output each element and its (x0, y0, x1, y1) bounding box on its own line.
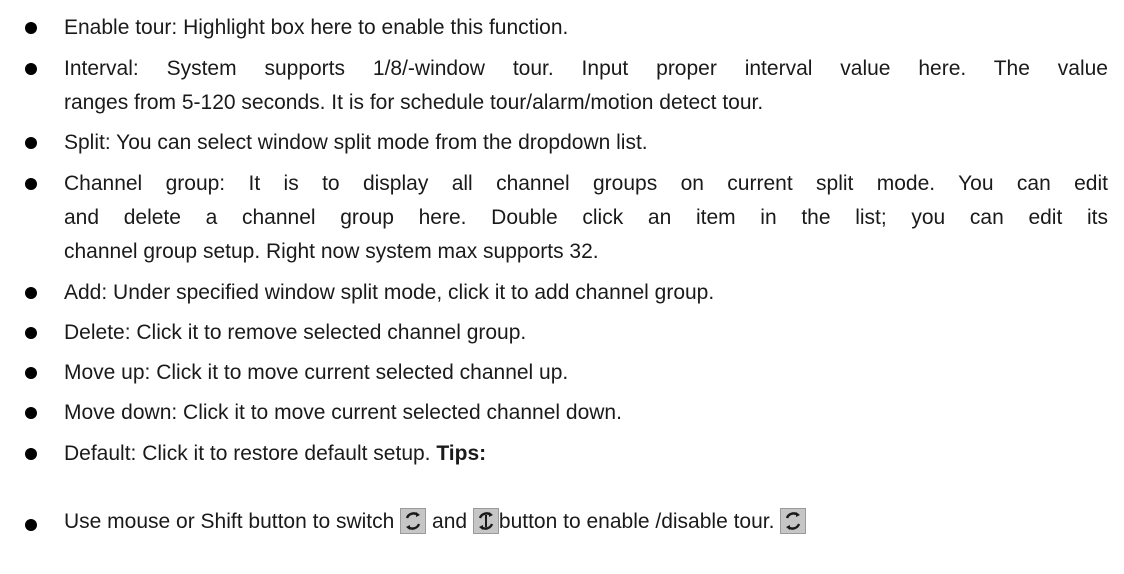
default-description: Default: Click it to restore default set… (64, 442, 431, 465)
bullet-icon (25, 178, 37, 190)
document-page: Enable tour: Highlight box here to enabl… (0, 0, 1124, 574)
list-item-text: Move down: Click it to move current sele… (64, 401, 622, 424)
bullet-icon (25, 519, 37, 531)
tour-enabled-icon (780, 508, 807, 534)
bullet-icon (25, 287, 37, 299)
list-item-text: ranges from 5-120 seconds. It is for sch… (64, 91, 764, 114)
bullet-icon (25, 137, 37, 149)
bullet-icon (25, 327, 37, 339)
bullet-icon (25, 367, 37, 379)
list-item-text: Channel group: It is to display all chan… (64, 172, 1108, 195)
list-item-text: Enable tour: Highlight box here to enabl… (64, 16, 569, 39)
list-item-text: Add: Under specified window split mode, … (64, 281, 715, 304)
tip-text-part2: and (432, 510, 468, 533)
bullet-icon (25, 448, 37, 460)
bullet-icon (25, 22, 37, 34)
list-item-text: Default: Click it to restore default set… (64, 441, 486, 467)
bullet-icon (25, 407, 37, 419)
list-item-text: Interval: System supports 1/8/-window to… (64, 57, 1108, 80)
tour-disabled-icon (472, 508, 499, 534)
tip-text-part1: Use mouse or Shift button to switch (64, 510, 395, 533)
list-item-text: Split: You can select window split mode … (64, 131, 648, 154)
tips-heading: Tips: (436, 442, 487, 465)
tour-enabled-icon (400, 508, 427, 534)
list-item-text: Move up: Click it to move current select… (64, 361, 569, 384)
list-item-text: channel group setup. Right now system ma… (64, 240, 599, 263)
list-item-text: and delete a channel group here. Double … (64, 206, 1108, 229)
bullet-icon (25, 63, 37, 75)
list-item-text: Delete: Click it to remove selected chan… (64, 321, 527, 344)
tip-text-part3: button to enable /disable tour. (498, 510, 775, 533)
list-item-text: Use mouse or Shift button to switch and (64, 508, 807, 535)
